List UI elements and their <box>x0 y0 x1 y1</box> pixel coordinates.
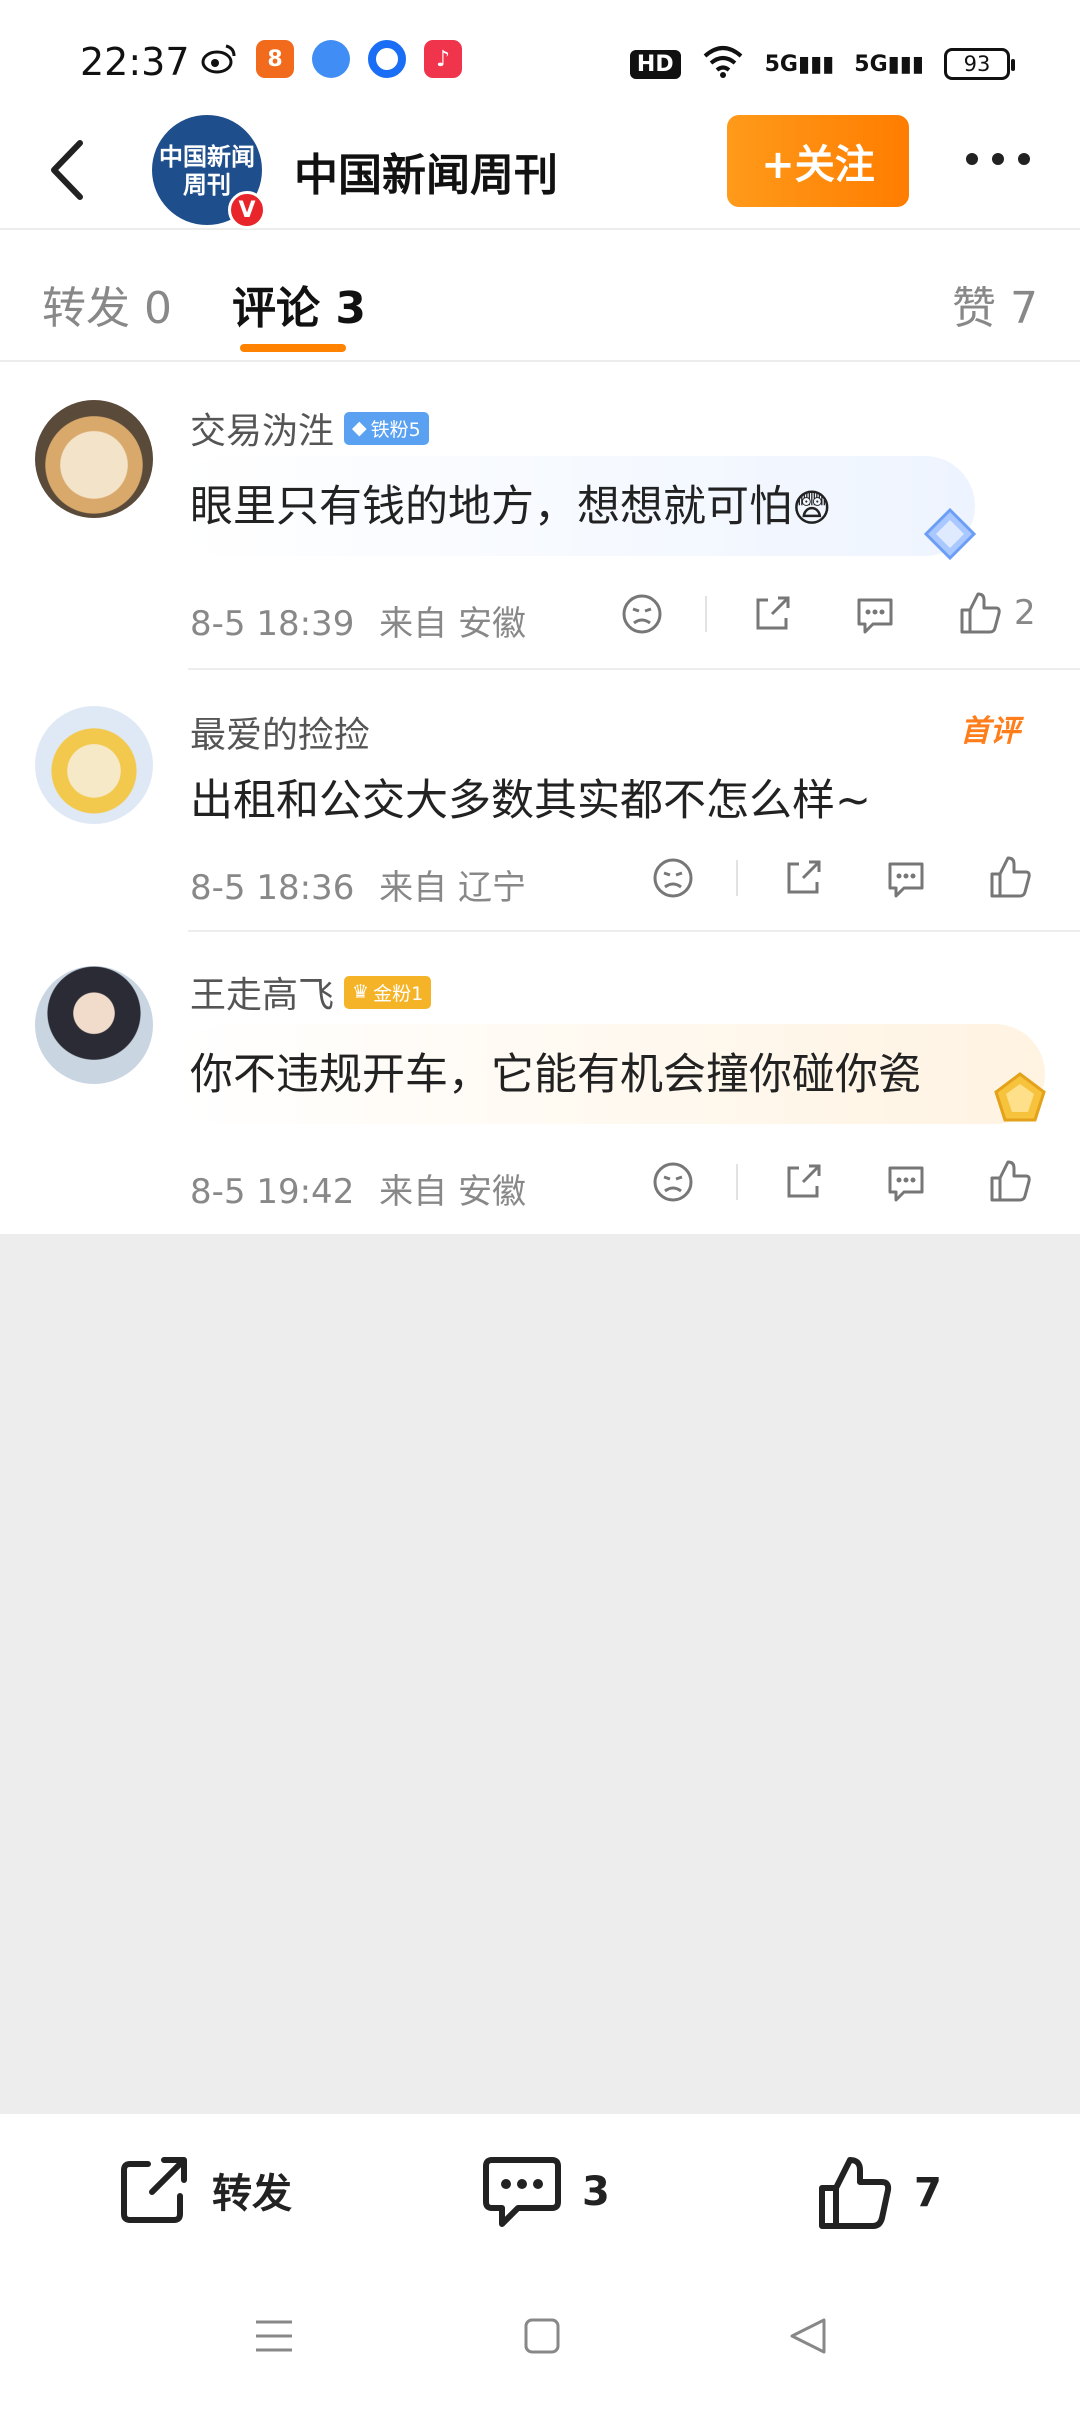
like-count: 2 <box>1014 593 1036 633</box>
tab-bar: 转发 0 评论 3 赞 7 <box>0 232 1080 362</box>
account-name[interactable]: 中国新闻周刊 <box>294 139 558 203</box>
weibo-icon <box>200 40 238 78</box>
like-button[interactable]: 2 <box>958 590 1036 636</box>
bottom-action-bar: 转发 3 7 <box>0 2114 1080 2274</box>
share-icon[interactable] <box>750 592 794 636</box>
tab-likes[interactable]: 赞 7 <box>952 272 1038 336</box>
back-nav-icon[interactable] <box>786 2314 830 2362</box>
like-button-main[interactable]: 7 <box>816 2154 942 2232</box>
signal-icon-1: 5G▮▮▮ <box>764 51 835 77</box>
status-bar: 22:37 8 ♪ HD 5G▮▮▮ 5G▮▮▮ 93 <box>0 0 1080 130</box>
comment-location: 来自 辽宁 <box>379 868 526 908</box>
repost-icon <box>121 2157 187 2223</box>
dislike-icon[interactable] <box>620 592 664 636</box>
crown-icon: ♛ <box>352 981 370 1003</box>
comment-meta: 8-5 18:36 来自 辽宁 <box>190 860 526 909</box>
comment-text: 眼里只有钱的地方，想想就可怕😨 <box>190 482 832 532</box>
action-divider <box>736 860 738 896</box>
share-icon[interactable] <box>781 856 825 900</box>
thumbs-up-icon <box>819 2157 892 2229</box>
action-divider <box>705 596 707 632</box>
action-divider <box>736 1164 738 1200</box>
avatar[interactable] <box>35 400 153 518</box>
battery-icon: 93 <box>944 48 1015 80</box>
comment-icon <box>483 2157 561 2227</box>
app-icon-orange: 8 <box>256 40 294 78</box>
scared-emoji-icon: 😨 <box>792 486 832 530</box>
account-avatar[interactable]: 中国新闻周刊 V <box>152 115 266 229</box>
empty-area <box>0 1234 1080 2114</box>
status-time: 22:37 <box>80 40 190 84</box>
notification-icons: 8 ♪ <box>200 40 462 78</box>
comment-item: 最爱的捡捡 首评 出租和公交大多数其实都不怎么样~ 8-5 18:36 来自 辽… <box>0 670 1080 932</box>
app-icon-blue <box>312 40 350 78</box>
comment-username[interactable]: 最爱的捡捡 <box>190 706 370 758</box>
tab-comments[interactable]: 评论 3 <box>232 272 366 336</box>
thumbs-up-icon <box>960 592 1001 634</box>
comment-item: 王走高飞 ♛ 金粉1 你不违规开车，它能有机会撞你碰你瓷 8-5 19:42 来自… <box>0 932 1080 1234</box>
system-nav-bar <box>0 2274 1080 2414</box>
comment-count: 3 <box>582 2169 610 2215</box>
comment-location: 来自 安徽 <box>379 1172 526 1212</box>
dislike-icon[interactable] <box>651 1160 695 1204</box>
top-bar: 中国新闻周刊 V 中国新闻周刊 +关注 <box>0 115 1080 230</box>
thumbs-up-icon <box>990 856 1031 898</box>
signal-icon-2: 5G▮▮▮ <box>854 51 924 77</box>
comment-location: 来自 安徽 <box>379 604 526 644</box>
comment-button[interactable]: 3 <box>482 2154 610 2230</box>
first-comment-tag: 首评 <box>960 714 1020 749</box>
menu-icon[interactable] <box>252 2314 296 2362</box>
comment-meta: 8-5 19:42 来自 安徽 <box>190 1164 526 1213</box>
comment-text: 出租和公交大多数其实都不怎么样~ <box>190 776 872 826</box>
hd-icon: HD <box>629 49 681 79</box>
verified-badge: V <box>228 191 266 229</box>
avatar[interactable] <box>35 966 153 1084</box>
fan-badge: ♛ 金粉1 <box>344 975 432 1009</box>
diamond-decoration-icon <box>920 504 980 564</box>
reply-icon[interactable] <box>884 1160 928 1204</box>
like-count: 7 <box>914 2170 942 2216</box>
repost-label: 转发 <box>212 2171 292 2217</box>
comment-username[interactable]: 王走高飞 ♛ 金粉1 <box>190 966 432 1018</box>
app-icon-target <box>368 40 406 78</box>
avatar[interactable] <box>35 706 153 824</box>
like-button[interactable] <box>988 854 1032 900</box>
thumbs-up-icon <box>990 1160 1031 1202</box>
system-icons: HD 5G▮▮▮ 5G▮▮▮ 93 <box>629 44 1015 84</box>
wifi-icon <box>701 44 745 84</box>
active-tab-indicator <box>240 344 346 352</box>
reply-icon[interactable] <box>884 856 928 900</box>
gold-pentagon-decoration-icon <box>990 1068 1050 1128</box>
follow-button[interactable]: +关注 <box>727 115 909 207</box>
like-button[interactable] <box>988 1158 1032 1204</box>
tab-repost[interactable]: 转发 0 <box>42 272 172 336</box>
comment-username[interactable]: 交易沩泩 ◆ 铁粉5 <box>190 402 429 454</box>
music-app-icon: ♪ <box>424 40 462 78</box>
comment-time: 8-5 18:36 <box>190 868 355 908</box>
dislike-icon[interactable] <box>651 856 695 900</box>
comment-time: 8-5 18:39 <box>190 604 355 644</box>
comment-meta: 8-5 18:39 来自 安徽 <box>190 596 526 645</box>
fan-badge: ◆ 铁粉5 <box>344 411 429 445</box>
comment-text: 你不违规开车，它能有机会撞你碰你瓷 <box>190 1050 921 1100</box>
more-options-icon[interactable] <box>966 153 1030 165</box>
share-icon[interactable] <box>781 1160 825 1204</box>
repost-button[interactable]: 转发 <box>118 2154 292 2226</box>
home-icon[interactable] <box>520 2314 564 2362</box>
reply-icon[interactable] <box>853 592 897 636</box>
comment-time: 8-5 19:42 <box>190 1172 355 1212</box>
diamond-icon: ◆ <box>352 417 367 439</box>
back-arrow-icon[interactable] <box>40 135 100 205</box>
comment-item: 交易沩泩 ◆ 铁粉5 眼里只有钱的地方，想想就可怕😨 8-5 18:39 来自 安… <box>0 364 1080 670</box>
